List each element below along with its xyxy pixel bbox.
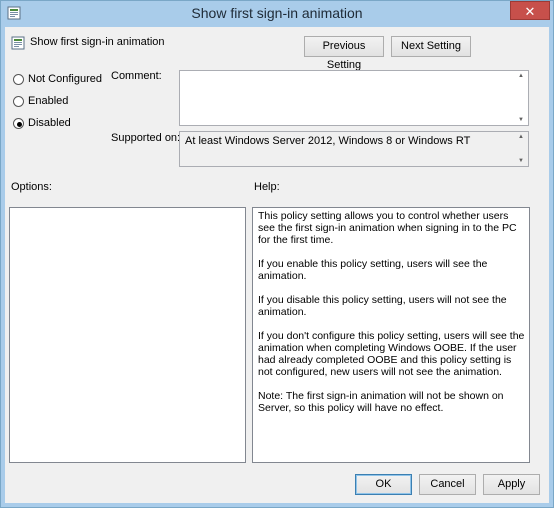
help-paragraph: If you enable this policy setting, users… — [258, 258, 488, 282]
options-panel — [9, 207, 246, 463]
radio-circle[interactable] — [13, 96, 24, 107]
supported-on-label: Supported on: — [111, 132, 181, 144]
dialog-body: Show first sign-in animation Previous Se… — [5, 27, 549, 503]
options-label: Options: — [11, 181, 52, 193]
window-title: Show first sign-in animation — [191, 5, 363, 21]
comment-field[interactable]: ▲ ▼ — [179, 70, 529, 126]
policy-name: Show first sign-in animation — [30, 36, 165, 48]
radio-label[interactable]: Enabled — [28, 95, 68, 107]
comment-scrollbar[interactable]: ▲ ▼ — [515, 72, 527, 124]
help-paragraph: If you don't configure this policy setti… — [258, 330, 525, 378]
title-bar[interactable]: Show first sign-in animation ✕ — [1, 1, 553, 27]
help-panel: This policy setting allows you to contro… — [252, 207, 530, 463]
supported-on-value: At least Windows Server 2012, Windows 8 … — [185, 135, 471, 147]
policy-settings-icon — [11, 36, 25, 50]
scroll-up-icon[interactable]: ▲ — [515, 72, 527, 80]
scroll-down-icon[interactable]: ▼ — [515, 116, 527, 124]
next-setting-button[interactable]: Next Setting — [391, 36, 471, 57]
help-paragraph: This policy setting allows you to contro… — [258, 210, 517, 246]
dialog-window: Show first sign-in animation ✕ Show firs… — [0, 0, 554, 508]
radio-circle[interactable] — [13, 118, 24, 129]
supported-scrollbar[interactable]: ▲ ▼ — [515, 133, 527, 165]
close-button[interactable]: ✕ — [510, 1, 550, 20]
radio-circle[interactable] — [13, 74, 24, 85]
supported-on-field: At least Windows Server 2012, Windows 8 … — [179, 131, 529, 167]
close-icon: ✕ — [524, 4, 536, 19]
help-paragraph: Note: The first sign-in animation will n… — [258, 390, 504, 414]
previous-setting-button[interactable]: Previous Setting — [304, 36, 384, 71]
apply-button[interactable]: Apply — [483, 474, 540, 495]
scroll-up-icon[interactable]: ▲ — [515, 133, 527, 141]
radio-label[interactable]: Not Configured — [28, 73, 102, 85]
radio-label[interactable]: Disabled — [28, 117, 71, 129]
scroll-down-icon[interactable]: ▼ — [515, 157, 527, 165]
ok-button[interactable]: OK — [355, 474, 412, 495]
help-paragraph: If you disable this policy setting, user… — [258, 294, 507, 318]
comment-label: Comment: — [111, 70, 162, 82]
help-label: Help: — [254, 181, 280, 193]
radio-selected-dot — [17, 122, 22, 127]
cancel-button[interactable]: Cancel — [419, 474, 476, 495]
